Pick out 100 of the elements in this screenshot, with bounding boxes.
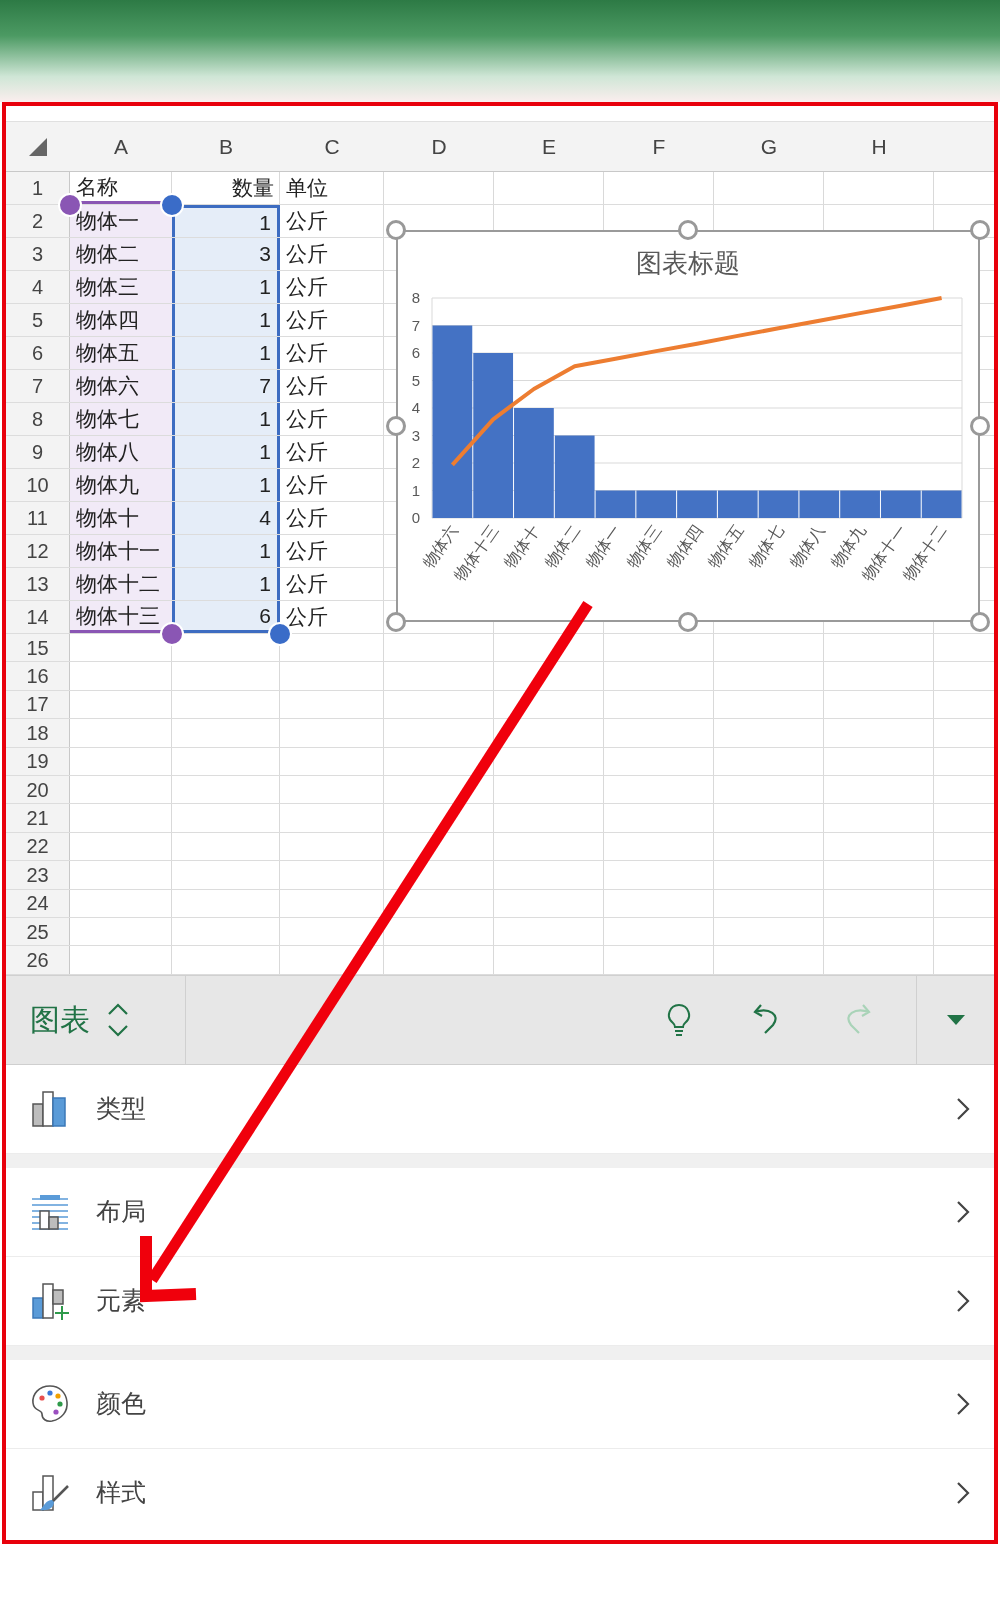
table-cell[interactable]: 物体一 [70, 205, 172, 237]
resize-handle[interactable] [678, 612, 698, 632]
tick-label: 8 [411, 289, 421, 306]
row-header[interactable]: 8 [6, 403, 70, 435]
table-cell[interactable]: 物体十二 [70, 568, 172, 600]
table-cell[interactable]: 物体八 [70, 436, 172, 468]
row-header[interactable]: 2 [6, 205, 70, 237]
table-cell[interactable]: 公斤 [280, 469, 384, 501]
table-cell[interactable]: 1 [172, 205, 280, 237]
row-header[interactable]: 11 [6, 502, 70, 534]
row-header[interactable]: 1 [6, 172, 70, 204]
table-cell[interactable]: 公斤 [280, 238, 384, 270]
tick-label: 5 [411, 371, 421, 389]
column-header[interactable]: F [604, 122, 714, 171]
table-cell[interactable]: 单位 [280, 172, 384, 204]
table-cell[interactable]: 物体三 [70, 271, 172, 303]
row-header[interactable]: 23 [6, 861, 70, 889]
bar [636, 490, 677, 518]
table-cell[interactable]: 1 [172, 271, 280, 303]
bar [758, 490, 799, 518]
table-cell[interactable]: 1 [172, 469, 280, 501]
table-cell[interactable]: 公斤 [280, 568, 384, 600]
chart-panel[interactable]: 图表标题 0 1 2 3 4 5 6 7 8 物体六 物体十三 物体十 物体二 物体一 物体三 物体四 物体五 物体七 物体八 物体九 物体十一 物体十二 [396, 230, 980, 622]
row-header[interactable]: 9 [6, 436, 70, 468]
table-cell[interactable]: 公斤 [280, 535, 384, 567]
table-cell[interactable]: 公斤 [280, 304, 384, 336]
table-cell[interactable]: 1 [172, 436, 280, 468]
table-cell[interactable]: 物体十 [70, 502, 172, 534]
row-header[interactable]: 24 [6, 889, 70, 917]
selection-handle[interactable] [160, 193, 184, 217]
table-cell[interactable]: 3 [172, 238, 280, 270]
chart-title: 图表标题 [636, 248, 740, 278]
row-header[interactable]: 4 [6, 271, 70, 303]
row-header[interactable]: 16 [6, 662, 70, 690]
selection-handle[interactable] [160, 622, 184, 646]
table-cell[interactable]: 数量 [172, 172, 280, 204]
resize-handle[interactable] [970, 416, 990, 436]
table-cell[interactable]: 公斤 [280, 502, 384, 534]
chevron-right-icon [956, 1288, 970, 1313]
resize-handle[interactable] [970, 220, 990, 240]
row-header[interactable]: 18 [6, 719, 70, 747]
column-header[interactable]: B [172, 122, 280, 171]
column-header[interactable]: A [70, 122, 172, 171]
row-header[interactable]: 7 [6, 370, 70, 402]
tick-label: 6 [411, 344, 421, 361]
row-header[interactable]: 25 [6, 917, 70, 946]
table-cell[interactable]: 7 [172, 370, 280, 402]
table-cell[interactable]: 1 [172, 304, 280, 336]
table-cell[interactable]: 公斤 [280, 436, 384, 468]
table-cell[interactable]: 1 [172, 337, 280, 369]
resize-handle[interactable] [386, 416, 406, 436]
resize-handle[interactable] [970, 612, 990, 632]
axis-label: 物体一 [582, 521, 624, 572]
row-header[interactable]: 10 [6, 469, 70, 501]
row-header[interactable]: 19 [6, 747, 70, 775]
row-header[interactable]: 22 [6, 832, 70, 861]
column-header[interactable]: E [494, 122, 604, 171]
table-cell[interactable]: 物体十三 [70, 601, 172, 633]
table-cell[interactable]: 物体二 [70, 238, 172, 270]
table-cell[interactable]: 物体五 [70, 337, 172, 369]
axis-label: 物体二 [541, 521, 584, 572]
row-header[interactable]: 21 [6, 804, 70, 832]
row-header[interactable]: 5 [6, 304, 70, 336]
table-cell[interactable]: 物体六 [70, 370, 172, 402]
table-cell[interactable]: 公斤 [280, 601, 384, 633]
table-cell[interactable]: 1 [172, 403, 280, 435]
column-header[interactable]: G [714, 122, 824, 171]
axis-label: 物体八 [786, 521, 828, 572]
table-cell[interactable]: 6 [172, 601, 280, 633]
bar [921, 490, 962, 518]
table-cell[interactable]: 物体十一 [70, 535, 172, 567]
column-header[interactable]: C [280, 122, 384, 171]
row-header[interactable]: 13 [6, 568, 70, 600]
table-cell[interactable]: 物体九 [70, 469, 172, 501]
table-cell[interactable]: 公斤 [280, 370, 384, 402]
row-header[interactable]: 14 [6, 601, 70, 633]
bar [840, 490, 880, 518]
row-header[interactable]: 12 [6, 535, 70, 567]
row-header[interactable]: 26 [6, 946, 70, 974]
table-cell[interactable]: 公斤 [280, 403, 384, 435]
row-header[interactable]: 17 [6, 690, 70, 719]
table-cell[interactable]: 1 [172, 568, 280, 600]
table-cell[interactable]: 1 [172, 535, 280, 567]
table-cell[interactable]: 物体七 [70, 403, 172, 435]
column-header[interactable]: D [384, 122, 494, 171]
row-header[interactable]: 15 [6, 634, 70, 662]
table-cell[interactable]: 4 [172, 502, 280, 534]
row-header[interactable]: 6 [6, 337, 70, 369]
column-header[interactable]: H [824, 122, 934, 171]
resize-handle[interactable] [678, 220, 698, 240]
axis-label: 物体十 [500, 521, 543, 572]
table-cell[interactable]: 公斤 [280, 337, 384, 369]
tick-label: 2 [411, 454, 421, 471]
table-cell[interactable]: 物体四 [70, 304, 172, 336]
table-cell[interactable]: 公斤 [280, 271, 384, 303]
row-header[interactable]: 20 [6, 775, 70, 804]
row-header[interactable]: 3 [6, 238, 70, 270]
resize-handle[interactable] [386, 220, 406, 240]
resize-handle[interactable] [386, 612, 406, 632]
table-cell[interactable]: 公斤 [280, 205, 384, 237]
